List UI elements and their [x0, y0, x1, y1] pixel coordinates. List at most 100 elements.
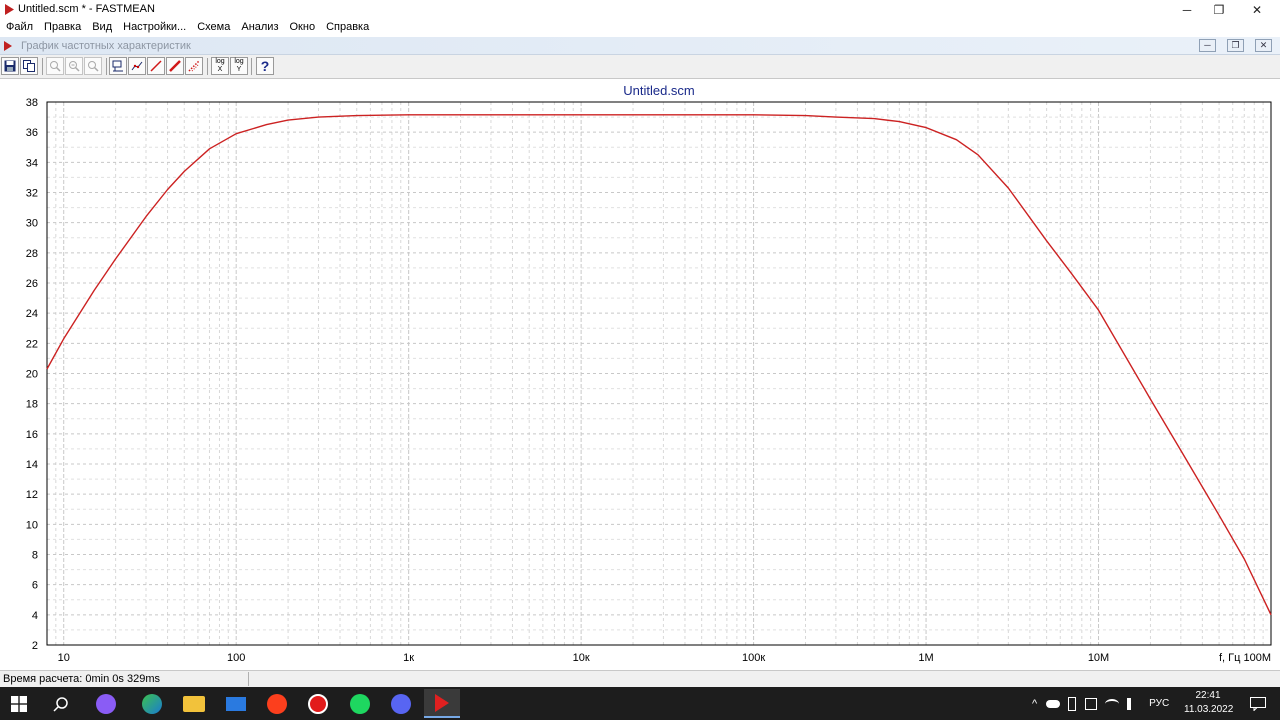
line-button[interactable] — [147, 57, 165, 75]
fastmean-app-icon — [5, 4, 14, 15]
fastmean-icon — [435, 693, 449, 712]
x-tick-label: 10M — [1088, 652, 1109, 664]
help-button[interactable]: ? — [256, 57, 274, 75]
chart-svg: Untitled.scm2468101214161820222426283032… — [26, 83, 1272, 664]
child-restore-button[interactable]: ❐ — [1227, 39, 1244, 52]
chevron-up-icon[interactable]: ^ — [1032, 698, 1037, 710]
log-y-button[interactable]: log Y — [230, 57, 248, 75]
copy-button[interactable] — [20, 57, 38, 75]
child-window-title-bar: График частотных характеристик ─ ❐ ✕ — [0, 37, 1280, 55]
y-tick-label: 14 — [26, 459, 38, 471]
y-tick-label: 36 — [26, 127, 38, 139]
spotify-button[interactable] — [342, 689, 378, 718]
y-tick-label: 18 — [26, 399, 38, 411]
frequency-response-chart: Untitled.scm 2 4 6 8 10 12 14 16 18 20 22 24 26 28 30 32… — [0, 80, 1280, 670]
usb-icon[interactable] — [1068, 696, 1077, 711]
y-tick-label: 16 — [26, 429, 38, 441]
window-title: Untitled.scm * - FASTMEAN — [18, 3, 155, 15]
y-tick-label: 38 — [26, 97, 38, 109]
menu-file[interactable]: Файл — [6, 19, 33, 36]
y-tick-label: 4 — [32, 610, 38, 622]
zoom-out-button[interactable] — [84, 57, 102, 75]
zoom-out-icon — [88, 61, 99, 72]
child-close-button[interactable]: ✕ — [1255, 39, 1272, 52]
edge-icon — [142, 693, 162, 714]
y-tick-label: 26 — [26, 278, 38, 290]
status-divider — [248, 672, 249, 686]
log-x-button[interactable]: log X — [211, 57, 229, 75]
security-icon[interactable] — [1085, 697, 1098, 710]
status-bar: Время расчета: 0min 0s 329ms — [0, 670, 1280, 687]
windows-start-icon — [11, 695, 27, 712]
y-tick-label: 8 — [32, 550, 38, 562]
y-tick-label: 12 — [26, 489, 38, 501]
menu-view[interactable]: Вид — [92, 19, 112, 36]
explorer-button[interactable] — [176, 689, 212, 718]
taskbar: ^ РУС 22:41 11.03.2022 — [0, 687, 1280, 720]
search-button[interactable] — [43, 689, 79, 718]
y-tick-label: 22 — [26, 338, 38, 350]
zoom-button[interactable] — [46, 57, 64, 75]
child-window-title: График частотных характеристик — [21, 40, 191, 52]
log-x-axis: X — [217, 66, 223, 73]
mail-button[interactable] — [218, 689, 254, 718]
points-button[interactable] — [128, 57, 146, 75]
toolbar-separator — [207, 58, 208, 75]
menu-scheme[interactable]: Схема — [197, 19, 230, 36]
spotify-icon — [350, 693, 370, 714]
tray-area: ^ РУС — [1032, 687, 1169, 720]
onedrive-icon[interactable] — [1046, 699, 1061, 708]
alice-button[interactable] — [88, 689, 124, 718]
x-tick-label: 1к — [403, 652, 414, 664]
red-line-icon — [150, 60, 162, 72]
alice-icon — [96, 693, 116, 714]
y-tick-label: 34 — [26, 157, 38, 169]
thick-line-button[interactable] — [166, 57, 184, 75]
zoom-in-icon — [69, 61, 80, 72]
marker-button[interactable] — [109, 57, 127, 75]
y-tick-label: 32 — [26, 188, 38, 200]
y-tick-label: 6 — [32, 580, 38, 592]
menu-edit[interactable]: Правка — [44, 19, 81, 36]
explorer-icon — [183, 695, 205, 712]
menu-settings[interactable]: Настройки... — [123, 19, 186, 36]
discord-button[interactable] — [383, 689, 419, 718]
zoom-in-button[interactable] — [65, 57, 83, 75]
marker-icon — [112, 60, 123, 72]
save-button[interactable] — [1, 57, 19, 75]
x-tick-label: 100к — [742, 652, 765, 664]
start-button[interactable] — [1, 689, 37, 718]
log-y-label: log — [234, 58, 244, 65]
y-tick-label: 2 — [32, 640, 38, 652]
y-tick-label: 20 — [26, 369, 38, 381]
volume-icon[interactable] — [1127, 697, 1139, 710]
menu-bar: Файл Правка Вид Настройки... Схема Анали… — [0, 19, 1280, 36]
edge-button[interactable] — [134, 689, 170, 718]
yandex-icon — [267, 693, 287, 714]
yandex-browser-icon — [308, 693, 328, 714]
child-minimize-button[interactable]: ─ — [1199, 39, 1216, 52]
y-tick-label: 10 — [26, 519, 38, 531]
fastmean-app-icon — [4, 41, 12, 51]
points-line-icon — [131, 61, 143, 71]
notification-icon — [1250, 696, 1266, 711]
menu-help[interactable]: Справка — [326, 19, 369, 36]
yandex-browser-button[interactable] — [300, 689, 336, 718]
clock[interactable]: 22:41 11.03.2022 — [1184, 689, 1233, 717]
x-tick-label: 100 — [227, 652, 245, 664]
x-tick-label: 10к — [573, 652, 590, 664]
log-y-axis: Y — [236, 66, 242, 73]
wifi-icon[interactable] — [1105, 698, 1120, 709]
language-indicator[interactable]: РУС — [1149, 698, 1169, 709]
toolbar-separator — [42, 58, 43, 75]
x-tick-label: 1M — [918, 652, 933, 664]
yandex-button[interactable] — [259, 689, 295, 718]
menu-window[interactable]: Окно — [290, 19, 316, 36]
fastmean-taskbar-button[interactable] — [424, 689, 460, 718]
thick-red-line-icon — [169, 60, 181, 72]
close-button[interactable]: ✕ — [1234, 0, 1280, 19]
copy-icon — [23, 60, 35, 72]
menu-analysis[interactable]: Анализ — [241, 19, 278, 36]
notifications-button[interactable] — [1240, 689, 1276, 718]
dotted-line-button[interactable] — [185, 57, 203, 75]
